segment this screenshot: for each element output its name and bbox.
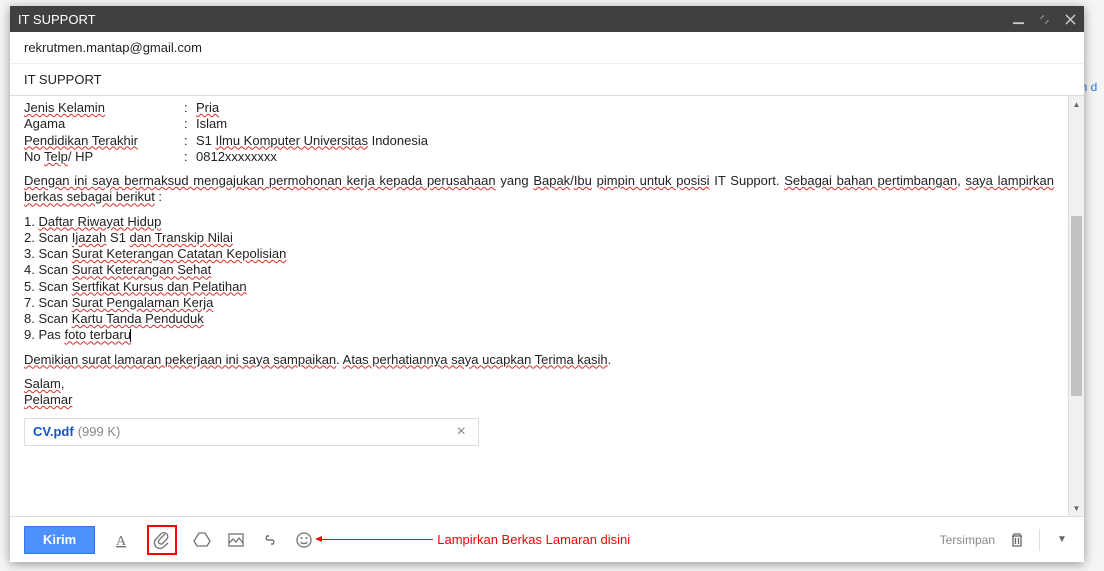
attachment-size: (999 K): [78, 424, 453, 440]
attachment-name: CV.pdf: [33, 424, 74, 440]
attachment-chip[interactable]: CV.pdf (999 K) ×: [24, 418, 479, 446]
scroll-up-icon[interactable]: ▲: [1069, 96, 1084, 112]
attach-file-icon[interactable]: [153, 531, 171, 549]
insert-photo-icon[interactable]: [227, 531, 245, 549]
insert-drive-icon[interactable]: [193, 531, 211, 549]
close-icon[interactable]: [1064, 13, 1076, 25]
scroll-thumb[interactable]: [1071, 216, 1082, 396]
annotation-arrow: Lampirkan Berkas Lamaran disini: [321, 532, 630, 547]
saved-status: Tersimpan: [940, 533, 995, 547]
email-body[interactable]: Jenis Kelamin:Pria Agama:Islam Pendidika…: [10, 96, 1068, 516]
attach-highlight-box: [147, 525, 177, 555]
compose-window: IT SUPPORT rekrutmen.mantap@gmail.com IT…: [10, 6, 1084, 562]
window-title: IT SUPPORT: [18, 12, 1012, 27]
formatting-icon[interactable]: A: [113, 531, 131, 549]
insert-link-icon[interactable]: [261, 531, 279, 549]
more-options-icon[interactable]: ▼: [1054, 532, 1070, 548]
remove-attachment-icon[interactable]: ×: [453, 422, 470, 442]
insert-emoji-icon[interactable]: [295, 531, 313, 549]
scrollbar[interactable]: ▲ ▼: [1068, 96, 1084, 516]
scroll-down-icon[interactable]: ▼: [1069, 500, 1084, 516]
minimize-icon[interactable]: [1012, 13, 1024, 25]
expand-icon[interactable]: [1038, 13, 1050, 25]
discard-draft-icon[interactable]: [1009, 532, 1025, 548]
compose-footer: Kirim A Lam: [10, 516, 1084, 562]
titlebar: IT SUPPORT: [10, 6, 1084, 32]
to-field[interactable]: rekrutmen.mantap@gmail.com: [10, 32, 1084, 64]
svg-text:A: A: [116, 534, 127, 549]
subject-field[interactable]: IT SUPPORT: [10, 64, 1084, 95]
send-button[interactable]: Kirim: [24, 526, 95, 554]
annotation-text: Lampirkan Berkas Lamaran disini: [437, 532, 630, 547]
